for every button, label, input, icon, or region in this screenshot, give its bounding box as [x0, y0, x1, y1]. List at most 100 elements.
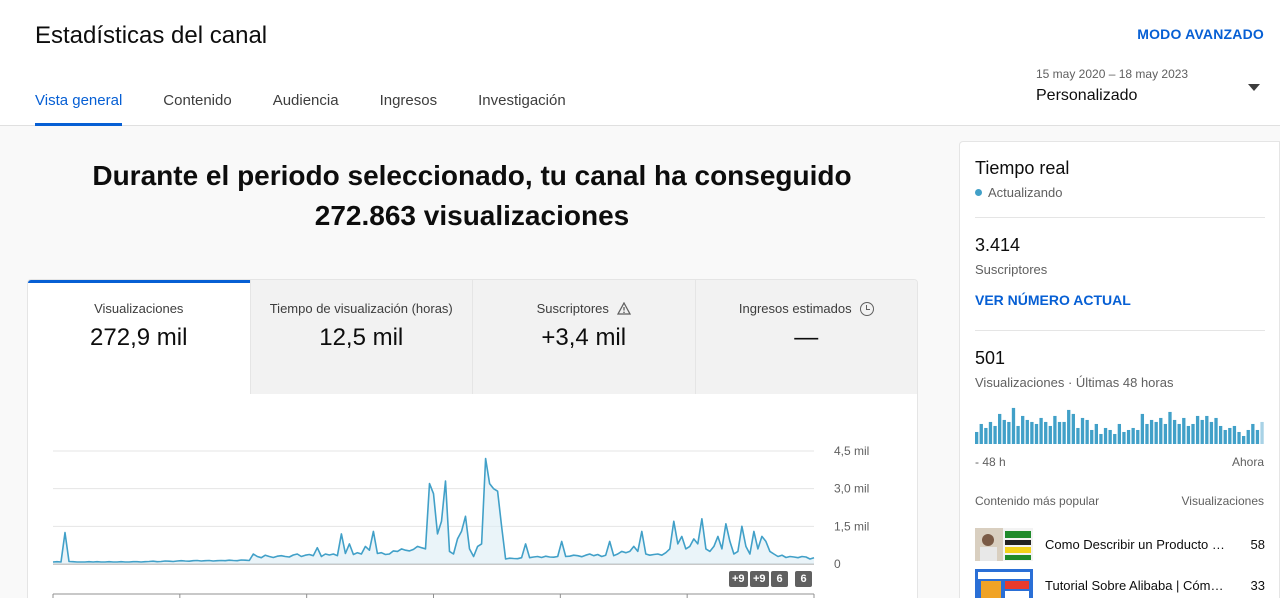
realtime-bar[interactable] — [1260, 421, 1264, 444]
realtime-bar[interactable] — [1191, 423, 1195, 444]
realtime-bar[interactable] — [1154, 421, 1158, 444]
realtime-bar[interactable] — [1200, 419, 1204, 444]
popular-video-row[interactable]: Como Describir un Producto de Amazon 58 — [975, 528, 1265, 562]
metric-tab-views[interactable]: Visualizaciones 272,9 mil — [28, 280, 250, 394]
realtime-bar[interactable] — [1140, 413, 1145, 444]
realtime-bar[interactable] — [1067, 409, 1071, 444]
tab-audience[interactable]: Audiencia — [273, 80, 339, 126]
realtime-bar[interactable] — [1071, 413, 1075, 444]
metric-tab-subscribers[interactable]: Suscriptores +3,4 mil — [472, 280, 695, 394]
realtime-bar[interactable] — [1025, 419, 1029, 444]
realtime-bar[interactable] — [1163, 423, 1168, 444]
realtime-bar[interactable] — [1007, 421, 1011, 444]
realtime-bar[interactable] — [1039, 417, 1043, 444]
realtime-bar[interactable] — [1228, 427, 1232, 444]
realtime-bar[interactable] — [1062, 421, 1066, 444]
realtime-bar[interactable] — [1030, 421, 1034, 444]
realtime-bar[interactable] — [1251, 423, 1255, 444]
realtime-bar-chart[interactable] — [975, 400, 1265, 444]
realtime-bar[interactable] — [1177, 423, 1181, 444]
y-tick-label: 3,0 mil — [834, 482, 869, 496]
realtime-bar[interactable] — [1209, 421, 1214, 444]
realtime-bar[interactable] — [1080, 417, 1085, 444]
realtime-bar[interactable] — [1255, 429, 1260, 444]
realtime-views-label: Visualizaciones · Últimas 48 horas — [975, 375, 1174, 390]
realtime-bar[interactable] — [1241, 435, 1246, 444]
realtime-bar[interactable] — [1131, 427, 1135, 444]
realtime-bar[interactable] — [1218, 425, 1223, 444]
realtime-bar[interactable] — [979, 423, 983, 444]
realtime-bar[interactable] — [1205, 415, 1209, 444]
realtime-bar[interactable] — [1223, 429, 1227, 444]
chart-marker-badge[interactable]: 6 — [795, 571, 812, 587]
metric-tab-revenue[interactable]: Ingresos estimados — — [694, 280, 917, 394]
realtime-bar[interactable] — [988, 421, 993, 444]
divider — [975, 217, 1265, 218]
realtime-bar[interactable] — [1182, 417, 1186, 444]
realtime-panel: Tiempo real Actualizando 3.414 Suscripto… — [959, 141, 1280, 598]
realtime-bar[interactable] — [1117, 423, 1122, 444]
realtime-bar[interactable] — [1136, 429, 1140, 444]
realtime-bar[interactable] — [975, 431, 979, 444]
realtime-bar[interactable] — [1011, 407, 1016, 444]
warning-icon — [616, 302, 631, 315]
tab-research[interactable]: Investigación — [478, 80, 566, 126]
see-current-count-link[interactable]: VER NÚMERO ACTUAL — [975, 292, 1131, 308]
y-tick-label: 1,5 mil — [834, 519, 869, 533]
realtime-bar[interactable] — [1048, 425, 1052, 444]
realtime-bar[interactable] — [1090, 429, 1094, 444]
chart-marker-badge[interactable]: +9 — [729, 571, 748, 587]
chart-marker-badge[interactable]: 6 — [771, 571, 788, 587]
realtime-bar[interactable] — [1122, 431, 1126, 444]
realtime-bar[interactable] — [1149, 419, 1154, 444]
realtime-bar[interactable] — [1021, 415, 1025, 444]
realtime-bar[interactable] — [1016, 425, 1020, 444]
popular-video-row[interactable]: Tutorial Sobre Alibaba | Cómo Comprar 33 — [975, 569, 1265, 598]
realtime-bar[interactable] — [1053, 415, 1057, 444]
realtime-bar[interactable] — [1044, 421, 1048, 444]
realtime-bar[interactable] — [1214, 417, 1218, 444]
realtime-bar[interactable] — [1099, 433, 1103, 444]
realtime-bar[interactable] — [984, 427, 988, 444]
advanced-mode-button[interactable]: MODO AVANZADO — [1137, 26, 1264, 42]
realtime-bar[interactable] — [1126, 429, 1131, 444]
date-range-picker[interactable]: 15 may 2020 – 18 may 2023 Personalizado — [1036, 67, 1264, 115]
metric-label-text: Suscriptores — [536, 301, 609, 316]
realtime-bar[interactable] — [1172, 419, 1177, 444]
realtime-bar[interactable] — [993, 425, 997, 444]
realtime-bar[interactable] — [1113, 433, 1117, 444]
y-tick-label: 4,5 mil — [834, 444, 869, 458]
tab-revenue[interactable]: Ingresos — [380, 80, 438, 126]
realtime-bar[interactable] — [1195, 415, 1200, 444]
realtime-bar[interactable] — [1085, 419, 1089, 444]
metric-value: 272,9 mil — [90, 324, 188, 351]
realtime-bar[interactable] — [1168, 411, 1172, 444]
realtime-bar[interactable] — [1094, 423, 1098, 444]
realtime-bar[interactable] — [1108, 429, 1112, 444]
realtime-bar[interactable] — [1246, 429, 1250, 444]
metric-label-text: Ingresos estimados — [738, 301, 852, 316]
caret-down-icon — [1248, 84, 1260, 91]
video-thumbnail — [975, 528, 1033, 561]
divider — [975, 330, 1265, 331]
realtime-bar[interactable] — [1145, 423, 1149, 444]
realtime-bar[interactable] — [1057, 421, 1062, 444]
realtime-bar[interactable] — [1159, 417, 1163, 444]
series-area — [53, 458, 814, 564]
tab-overview[interactable]: Vista general — [35, 80, 123, 126]
metric-tab-watch-time[interactable]: Tiempo de visualización (horas) 12,5 mil — [249, 280, 472, 394]
tab-content[interactable]: Contenido — [163, 80, 231, 126]
realtime-bar[interactable] — [1002, 419, 1006, 444]
chart-marker-badge[interactable]: +9 — [750, 571, 769, 587]
summary-line-2: 272.863 visualizaciones — [314, 200, 630, 231]
realtime-status-text: Actualizando — [988, 185, 1063, 200]
realtime-bar[interactable] — [1076, 427, 1080, 444]
realtime-bar[interactable] — [1232, 425, 1237, 444]
realtime-bar[interactable] — [998, 413, 1002, 444]
metric-label-text: Tiempo de visualización (horas) — [269, 301, 453, 316]
realtime-bar[interactable] — [1103, 427, 1108, 444]
realtime-bar[interactable] — [1186, 425, 1191, 444]
realtime-bar[interactable] — [1034, 423, 1039, 444]
metric-label: Suscriptores — [473, 301, 695, 316]
realtime-bar[interactable] — [1237, 431, 1241, 444]
